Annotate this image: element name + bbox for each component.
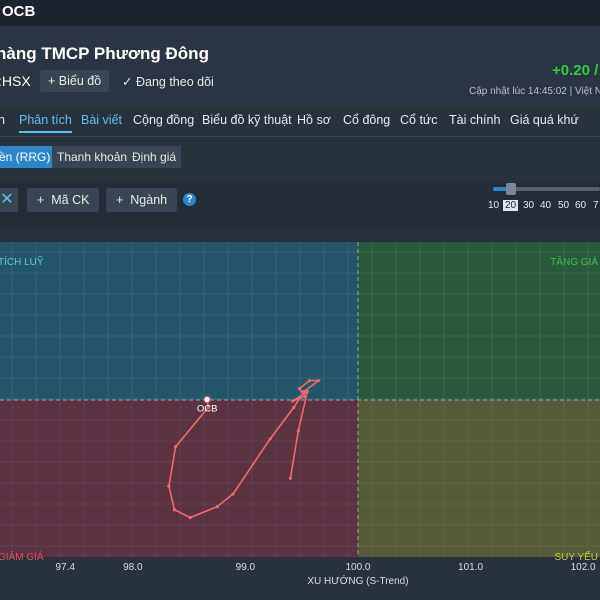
series-point bbox=[291, 399, 295, 403]
tab-community[interactable]: Cộng đồng bbox=[133, 113, 194, 127]
tab-price-history[interactable]: Giá quá khứ bbox=[510, 113, 579, 127]
following-button[interactable]: ✓ Đang theo dõi bbox=[122, 74, 214, 89]
x-tick-label: 98.0 bbox=[123, 562, 143, 573]
add-stock-button[interactable]: + Mã CK bbox=[27, 188, 100, 212]
top-bar: OCB bbox=[0, 0, 600, 26]
series-head-point bbox=[203, 396, 211, 403]
main-tabs: n Phân tích Bài viết Cộng đồng Biểu đồ k… bbox=[0, 106, 600, 137]
plus-icon: + bbox=[37, 193, 45, 207]
series-point bbox=[174, 445, 178, 449]
series-point bbox=[303, 394, 307, 398]
plus-icon: + bbox=[48, 74, 56, 88]
x-tick-label: 100.0 bbox=[345, 562, 370, 573]
period-10[interactable]: 10 bbox=[488, 200, 499, 211]
series-point bbox=[288, 476, 293, 480]
series-point bbox=[292, 405, 296, 409]
company-name: hàng TMCP Phương Đông bbox=[0, 44, 209, 63]
series-point bbox=[316, 379, 321, 383]
period-30[interactable]: 30 bbox=[523, 200, 534, 211]
tab-dividends[interactable]: Cổ tức bbox=[400, 113, 438, 127]
period-40[interactable]: 40 bbox=[540, 200, 551, 211]
subtab-liquidity[interactable]: Thanh khoản bbox=[52, 146, 133, 168]
quadrant-bottom-left bbox=[0, 400, 358, 557]
x-tick-label: 97.4 bbox=[56, 562, 76, 573]
tab-articles[interactable]: Bài viết bbox=[81, 113, 122, 127]
period-60[interactable]: 60 bbox=[575, 200, 586, 211]
quadrant-top-left bbox=[0, 242, 358, 400]
series-point bbox=[302, 390, 306, 394]
series-point bbox=[307, 379, 312, 383]
x-tick-label: 99.0 bbox=[236, 562, 256, 573]
help-icon[interactable]: ? bbox=[183, 193, 196, 206]
close-icon[interactable]: ✕ bbox=[0, 188, 18, 212]
series-point bbox=[305, 390, 309, 394]
add-chart-button[interactable]: + Biểu đồ bbox=[40, 70, 110, 92]
following-label: Đang theo dõi bbox=[135, 75, 214, 89]
subtab-rrg[interactable]: ền (RRG) bbox=[0, 146, 56, 168]
tab-analysis[interactable]: Phân tích bbox=[19, 113, 72, 133]
period-20[interactable]: 20 bbox=[503, 200, 519, 211]
exchange-label: :HSX bbox=[0, 73, 31, 89]
update-time: Cập nhật lúc 14:45:02 | Việt Nam bbox=[469, 86, 600, 97]
period-50[interactable]: 50 bbox=[558, 200, 569, 211]
series-point bbox=[297, 386, 302, 391]
add-chart-label: Biểu đồ bbox=[58, 74, 102, 88]
tab-shareholders[interactable]: Cổ đông bbox=[343, 113, 390, 127]
series-label: OCB bbox=[197, 404, 218, 415]
quadrant-label-bottom-left: GIẢM GIÁ bbox=[0, 550, 44, 563]
x-axis-label: XU HƯỚNG (S-Trend) bbox=[307, 574, 408, 587]
series-point bbox=[172, 508, 177, 512]
ticker-symbol: OCB bbox=[2, 3, 36, 20]
add-stock-label: Mã CK bbox=[51, 193, 90, 207]
series-point bbox=[231, 492, 235, 496]
tab-overview[interactable]: n bbox=[0, 113, 5, 127]
tab-technical-chart[interactable]: Biểu đồ kỹ thuật bbox=[202, 113, 292, 127]
tab-financials[interactable]: Tài chính bbox=[449, 113, 500, 127]
price-change: +0.20 / bbox=[552, 62, 599, 79]
x-tick-label: 101.0 bbox=[458, 562, 483, 573]
period-70[interactable]: 7 bbox=[593, 200, 599, 211]
check-icon: ✓ bbox=[122, 75, 133, 89]
series-point bbox=[167, 484, 171, 488]
series-point bbox=[296, 429, 300, 433]
subtab-valuation[interactable]: Định giá bbox=[127, 146, 182, 168]
plus-icon: + bbox=[116, 193, 124, 207]
series-point bbox=[188, 516, 192, 520]
add-industry-button[interactable]: + Ngành bbox=[106, 188, 178, 212]
quadrant-label-top-left: TÍCH LUỸ bbox=[0, 255, 44, 268]
tab-profile[interactable]: Hồ sơ bbox=[297, 113, 331, 127]
period-slider-handle[interactable] bbox=[506, 183, 516, 195]
quadrant-label-top-right: TĂNG GIÁ bbox=[550, 255, 598, 268]
rrg-chart: TÍCH LUỸ TĂNG GIÁGIẢM GIÁ SUY YẾU97.4 98.0 9… bbox=[0, 242, 600, 587]
add-industry-label: Ngành bbox=[130, 193, 168, 207]
x-tick-label: 102.0 bbox=[571, 562, 596, 573]
series-point bbox=[268, 437, 272, 441]
series-point bbox=[215, 505, 219, 509]
